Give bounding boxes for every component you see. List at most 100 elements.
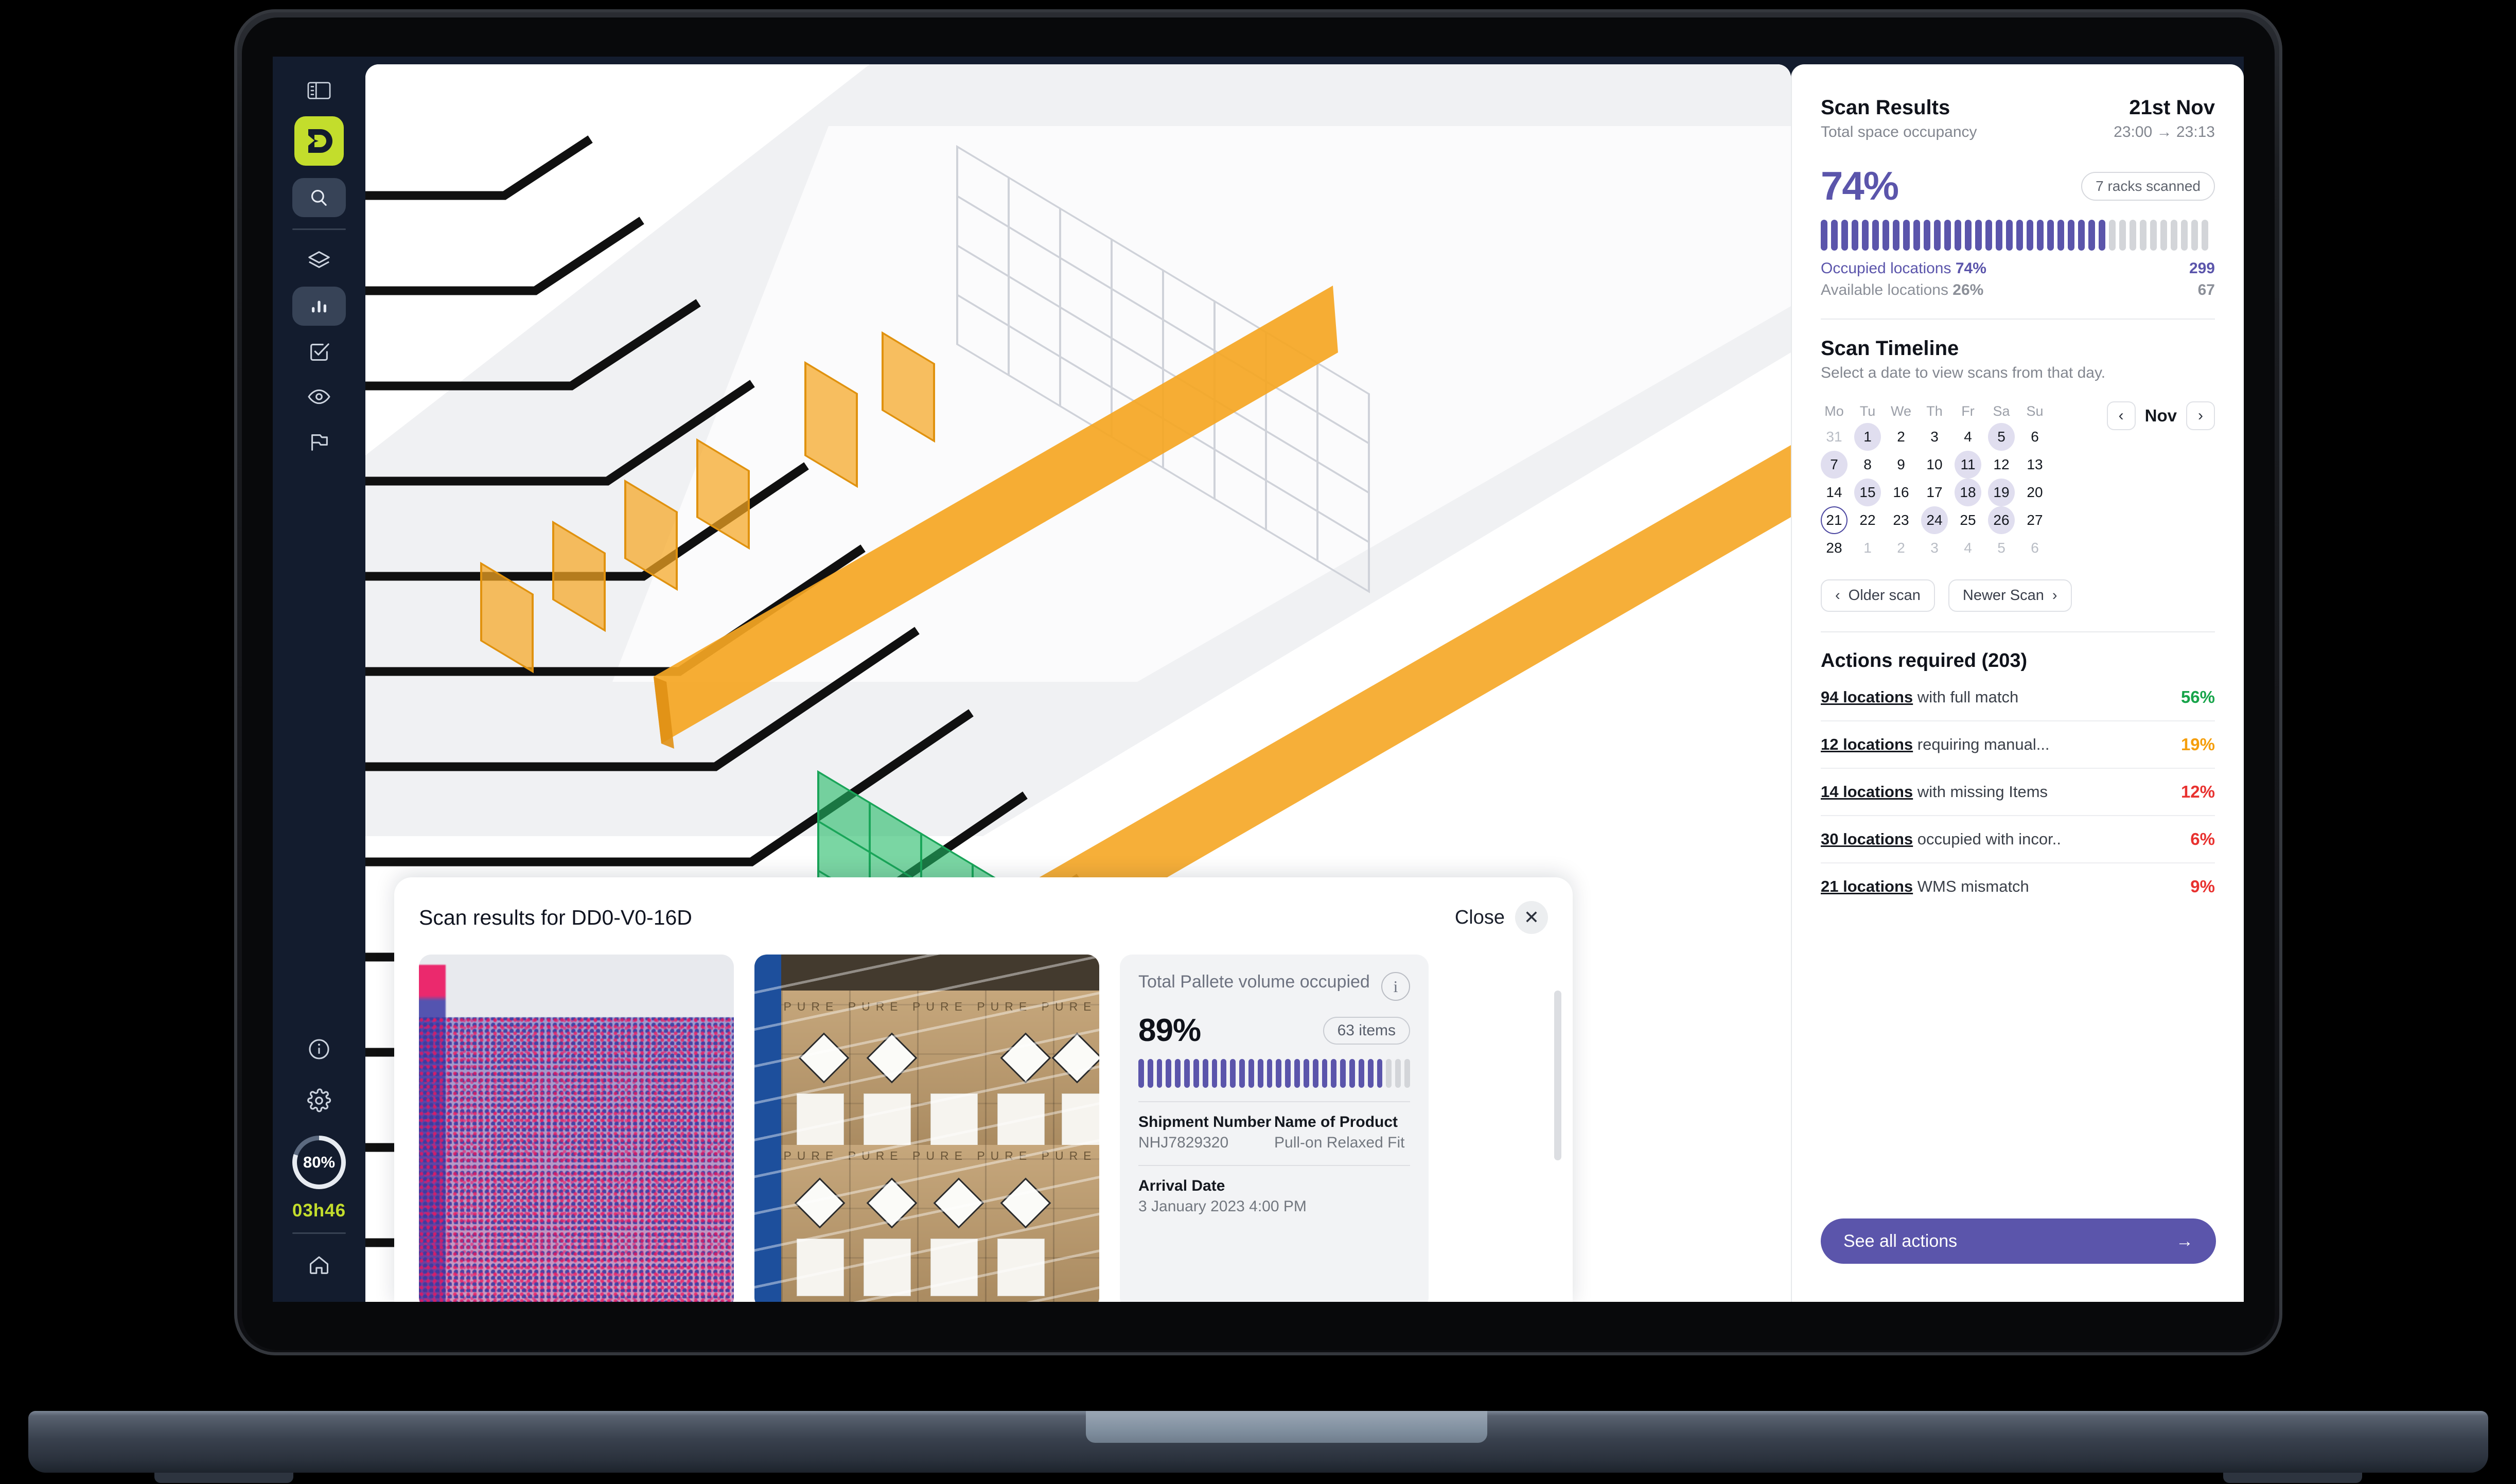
sidebar-item-search[interactable] xyxy=(292,178,346,217)
calendar-day-4[interactable]: 4 xyxy=(1955,423,1981,451)
calendar-day-3[interactable]: 3 xyxy=(1921,534,1948,562)
calendar-day-2[interactable]: 2 xyxy=(1888,534,1914,562)
sidebar-item-flags[interactable] xyxy=(292,422,346,462)
scan-time-range: 23:00 → 23:13 xyxy=(2114,123,2215,140)
calendar-day-16[interactable]: 16 xyxy=(1888,479,1914,506)
pallet-brand-text-upper: PURE PURE PURE PURE PURE xyxy=(783,999,1097,1013)
right-panel: Scan Results Total space occupancy 21st … xyxy=(1791,64,2244,1302)
action-location-count-link[interactable]: 12 locations xyxy=(1821,735,1913,753)
bar-segment xyxy=(2191,220,2198,251)
home-icon[interactable] xyxy=(292,1245,346,1284)
shipment-fields-row: Shipment Number NHJ7829320 Name of Produ… xyxy=(1138,1114,1410,1152)
calendar-day-19[interactable]: 19 xyxy=(1988,479,2015,506)
calendar-day-27[interactable]: 27 xyxy=(2021,506,2048,534)
occupancy-bar-chart xyxy=(1821,220,2215,251)
page-subtitle: Total space occupancy xyxy=(1821,123,1977,140)
divider xyxy=(1821,631,2215,632)
calendar-day-26[interactable]: 26 xyxy=(1988,506,2015,534)
action-row[interactable]: 12 locations requiring manual... 19% xyxy=(1821,721,2215,769)
sidebar-item-analytics[interactable] xyxy=(292,287,346,326)
action-row[interactable]: 94 locations with full match 56% xyxy=(1821,674,2215,721)
sidebar-item-layers[interactable] xyxy=(292,241,346,280)
bar-segment xyxy=(1903,220,1910,251)
bar-segment xyxy=(1924,220,1930,251)
bar-segment xyxy=(2078,220,2085,251)
calendar-day-9[interactable]: 9 xyxy=(1888,451,1914,479)
action-location-count-link[interactable]: 94 locations xyxy=(1821,688,1913,706)
product-name-label: Name of Product xyxy=(1274,1114,1398,1130)
gear-icon[interactable] xyxy=(292,1081,346,1120)
calendar-day-4[interactable]: 4 xyxy=(1955,534,1981,562)
chevron-left-icon[interactable]: ‹ xyxy=(2106,401,2136,430)
point-cloud-heatmap-thumbnail[interactable] xyxy=(419,955,734,1302)
action-location-count-link[interactable]: 14 locations xyxy=(1821,783,1913,801)
action-percent: 12% xyxy=(2180,782,2215,801)
available-label: Available locations xyxy=(1821,281,1948,298)
calendar-day-23[interactable]: 23 xyxy=(1888,506,1914,534)
pallet-photo-thumbnail[interactable]: PURE PURE PURE PURE PURE PURE PURE PURE … xyxy=(754,955,1099,1302)
calendar-day-20[interactable]: 20 xyxy=(2021,479,2048,506)
calendar-day-28[interactable]: 28 xyxy=(1821,534,1848,562)
brand-d-logo[interactable] xyxy=(294,116,344,166)
calendar-day-14[interactable]: 14 xyxy=(1821,479,1848,506)
action-row[interactable]: 30 locations occupied with incor.. 6% xyxy=(1821,816,2215,863)
calendar-day-13[interactable]: 13 xyxy=(2021,451,2048,479)
calendar-day-6[interactable]: 6 xyxy=(2021,423,2048,451)
close-icon[interactable]: ✕ xyxy=(1515,901,1548,934)
bar-segment xyxy=(1276,1059,1282,1088)
older-scan-button[interactable]: ‹ Older scan xyxy=(1821,579,1935,612)
action-percent: 56% xyxy=(2180,687,2215,706)
calendar-month-label: Nov xyxy=(2144,406,2177,425)
calendar-day-12[interactable]: 12 xyxy=(1988,451,2015,479)
see-all-actions-button[interactable]: See all actions → xyxy=(1821,1218,2216,1264)
calendar-day-11[interactable]: 11 xyxy=(1955,451,1981,479)
close-button[interactable]: Close ✕ xyxy=(1455,901,1548,934)
calendar-day-1[interactable]: 1 xyxy=(1854,423,1881,451)
scan-results-modal: Scan results for DD0-V0-16D Close ✕ PURE… xyxy=(394,877,1573,1302)
calendar-day-25[interactable]: 25 xyxy=(1955,506,1981,534)
calendar-day-21[interactable]: 21 xyxy=(1821,506,1848,534)
calendar-day-22[interactable]: 22 xyxy=(1854,506,1881,534)
calendar-day-5[interactable]: 5 xyxy=(1988,534,2015,562)
chevron-left-icon: ‹ xyxy=(1835,587,1840,604)
calendar-dow-sa: Sa xyxy=(1993,403,2010,419)
calendar-day-10[interactable]: 10 xyxy=(1921,451,1948,479)
calendar-day-2[interactable]: 2 xyxy=(1888,423,1914,451)
modal-scrollbar[interactable] xyxy=(1554,991,1561,1160)
bar-segment xyxy=(1841,220,1848,251)
action-location-count-link[interactable]: 30 locations xyxy=(1821,830,1913,848)
bar-segment xyxy=(1340,1059,1346,1088)
bar-segment xyxy=(1138,1059,1144,1088)
calendar-day-15[interactable]: 15 xyxy=(1854,479,1881,506)
panel-left-icon[interactable] xyxy=(292,71,346,110)
see-all-actions-label: See all actions xyxy=(1843,1231,1958,1251)
calendar-day-7[interactable]: 7 xyxy=(1821,451,1848,479)
sidebar-item-tasks[interactable] xyxy=(292,332,346,371)
chevron-right-icon[interactable]: › xyxy=(2186,401,2215,430)
action-row[interactable]: 14 locations with missing Items 12% xyxy=(1821,769,2215,816)
bar-segment xyxy=(1266,1059,1273,1088)
info-icon[interactable]: i xyxy=(1381,972,1410,1001)
calendar-day-17[interactable]: 17 xyxy=(1921,479,1948,506)
sidebar-item-visibility[interactable] xyxy=(292,377,346,416)
shipment-number-value: NHJ7829320 xyxy=(1138,1134,1229,1151)
newer-scan-button[interactable]: Newer Scan › xyxy=(1948,579,2072,612)
calendar-day-18[interactable]: 18 xyxy=(1955,479,1981,506)
bar-segment xyxy=(2027,220,2033,251)
bar-segment xyxy=(1211,1059,1218,1088)
shipping-label xyxy=(797,1093,844,1151)
calendar-week-row: 28 1 2 3 4 5 6 xyxy=(1821,534,2107,562)
chevron-right-icon: › xyxy=(2052,587,2057,604)
calendar-day-24[interactable]: 24 xyxy=(1921,506,1948,534)
info-circle-icon[interactable] xyxy=(292,1030,346,1069)
divider xyxy=(1138,1101,1410,1102)
calendar-day-3[interactable]: 3 xyxy=(1921,423,1948,451)
occupancy-percent: 74% xyxy=(1821,163,1899,208)
calendar-day-5[interactable]: 5 xyxy=(1988,423,2015,451)
calendar-day-1[interactable]: 1 xyxy=(1854,534,1881,562)
calendar-day-6[interactable]: 6 xyxy=(2021,534,2048,562)
action-location-count-link[interactable]: 21 locations xyxy=(1821,877,1913,895)
calendar-day-31[interactable]: 31 xyxy=(1821,423,1848,451)
action-row[interactable]: 21 locations WMS mismatch 9% xyxy=(1821,863,2215,910)
calendar-day-8[interactable]: 8 xyxy=(1854,451,1881,479)
